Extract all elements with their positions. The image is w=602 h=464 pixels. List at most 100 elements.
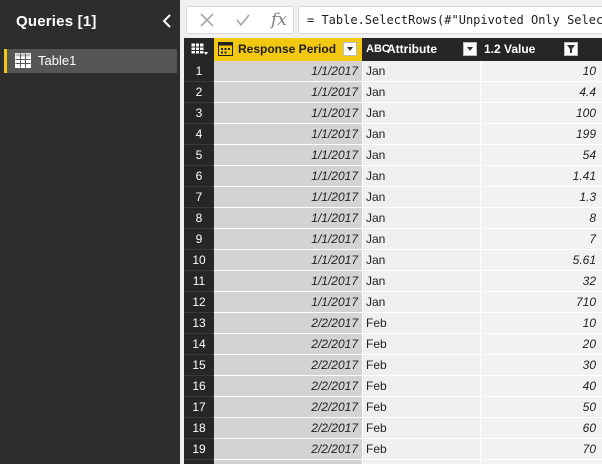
cell-attribute[interactable]: Jan bbox=[363, 145, 480, 166]
row-number[interactable]: 20 bbox=[184, 460, 214, 464]
row-number[interactable]: 19 bbox=[184, 439, 214, 460]
cell-response-period[interactable]: 1/1/2017 bbox=[214, 145, 362, 166]
column-header-value[interactable]: 1.2 Value bbox=[481, 38, 602, 61]
table-row[interactable]: 7 1/1/2017 Jan 1.3 bbox=[184, 187, 602, 208]
cell-response-period[interactable]: 1/1/2017 bbox=[214, 166, 362, 187]
table-menu-button[interactable] bbox=[184, 38, 214, 61]
cell-response-period[interactable]: 2/2/2017 bbox=[214, 334, 362, 355]
cell-value[interactable]: 40 bbox=[481, 376, 602, 397]
cell-value[interactable]: 32 bbox=[481, 271, 602, 292]
row-number[interactable]: 5 bbox=[184, 145, 214, 166]
cell-attribute[interactable]: Jan bbox=[363, 166, 480, 187]
cell-attribute[interactable]: Feb bbox=[363, 397, 480, 418]
cell-value[interactable]: 8 bbox=[481, 208, 602, 229]
cell-response-period[interactable]: 2/2/2017 bbox=[214, 418, 362, 439]
table-row[interactable]: 8 1/1/2017 Jan 8 bbox=[184, 208, 602, 229]
cell-response-period[interactable]: 2/2/2017 bbox=[214, 439, 362, 460]
cell-value[interactable] bbox=[481, 460, 602, 464]
cell-value[interactable]: 10 bbox=[481, 313, 602, 334]
cell-attribute[interactable]: Feb bbox=[363, 313, 480, 334]
row-number[interactable]: 17 bbox=[184, 397, 214, 418]
table-row[interactable]: 13 2/2/2017 Feb 10 bbox=[184, 313, 602, 334]
table-row[interactable]: 202/2/2017Feb bbox=[184, 460, 602, 464]
table-row[interactable]: 14 2/2/2017 Feb 20 bbox=[184, 334, 602, 355]
row-number[interactable]: 12 bbox=[184, 292, 214, 313]
row-number[interactable]: 7 bbox=[184, 187, 214, 208]
cell-response-period[interactable]: 1/1/2017 bbox=[214, 250, 362, 271]
cell-value[interactable]: 70 bbox=[481, 439, 602, 460]
cell-attribute[interactable]: Feb bbox=[363, 355, 480, 376]
calendar-type-icon[interactable] bbox=[218, 42, 233, 61]
cell-response-period[interactable]: 1/1/2017 bbox=[214, 187, 362, 208]
cell-response-period[interactable]: 1/1/2017 bbox=[214, 82, 362, 103]
table-row[interactable]: 1 1/1/2017 Jan 10 bbox=[184, 61, 602, 82]
cell-value[interactable]: 1.3 bbox=[481, 187, 602, 208]
cell-attribute[interactable]: Jan bbox=[363, 292, 480, 313]
close-icon[interactable] bbox=[199, 12, 215, 33]
cell-attribute[interactable]: Jan bbox=[363, 103, 480, 124]
row-number[interactable]: 16 bbox=[184, 376, 214, 397]
row-number[interactable]: 11 bbox=[184, 271, 214, 292]
row-number[interactable]: 14 bbox=[184, 334, 214, 355]
cell-response-period[interactable]: 2/2/2017 bbox=[214, 313, 362, 334]
row-number[interactable]: 15 bbox=[184, 355, 214, 376]
table-row[interactable]: 18 2/2/2017 Feb 60 bbox=[184, 418, 602, 439]
row-number[interactable]: 18 bbox=[184, 418, 214, 439]
table-row[interactable]: 16 2/2/2017 Feb 40 bbox=[184, 376, 602, 397]
cell-response-period[interactable]: 2/2/2017 bbox=[214, 460, 362, 464]
table-row[interactable]: 2 1/1/2017 Jan 4.4 bbox=[184, 82, 602, 103]
cell-attribute[interactable]: Jan bbox=[363, 61, 480, 82]
row-number[interactable]: 9 bbox=[184, 229, 214, 250]
cell-value[interactable]: 50 bbox=[481, 397, 602, 418]
cell-response-period[interactable]: 1/1/2017 bbox=[214, 208, 362, 229]
cell-value[interactable]: 60 bbox=[481, 418, 602, 439]
cell-value[interactable]: 710 bbox=[481, 292, 602, 313]
formula-input[interactable]: = Table.SelectRows(#"Unpivoted Only Sele… bbox=[298, 6, 602, 34]
table-row[interactable]: 9 1/1/2017 Jan 7 bbox=[184, 229, 602, 250]
table-row[interactable]: 17 2/2/2017 Feb 50 bbox=[184, 397, 602, 418]
cell-response-period[interactable]: 1/1/2017 bbox=[214, 271, 362, 292]
table-row[interactable]: 15 2/2/2017 Feb 30 bbox=[184, 355, 602, 376]
table-row[interactable]: 19 2/2/2017 Feb 70 bbox=[184, 439, 602, 460]
cell-value[interactable]: 20 bbox=[481, 334, 602, 355]
row-number[interactable]: 4 bbox=[184, 124, 214, 145]
cell-attribute[interactable]: Jan bbox=[363, 124, 480, 145]
cell-attribute[interactable]: Jan bbox=[363, 229, 480, 250]
cell-attribute[interactable]: Jan bbox=[363, 271, 480, 292]
table-row[interactable]: 11 1/1/2017 Jan 32 bbox=[184, 271, 602, 292]
table-row[interactable]: 10 1/1/2017 Jan 5.61 bbox=[184, 250, 602, 271]
cell-attribute[interactable]: Feb bbox=[363, 460, 480, 464]
cell-value[interactable]: 54 bbox=[481, 145, 602, 166]
table-row[interactable]: 3 1/1/2017 Jan 100 bbox=[184, 103, 602, 124]
table-row[interactable]: 4 1/1/2017 Jan 199 bbox=[184, 124, 602, 145]
fx-button[interactable]: fx bbox=[271, 10, 287, 30]
row-number[interactable]: 13 bbox=[184, 313, 214, 334]
cell-attribute[interactable]: Jan bbox=[363, 187, 480, 208]
cell-response-period[interactable]: 1/1/2017 bbox=[214, 103, 362, 124]
cell-attribute[interactable]: Jan bbox=[363, 82, 480, 103]
row-number[interactable]: 10 bbox=[184, 250, 214, 271]
query-item-table1[interactable]: Table1 bbox=[4, 49, 177, 73]
cell-response-period[interactable]: 1/1/2017 bbox=[214, 61, 362, 82]
cell-value[interactable]: 10 bbox=[481, 61, 602, 82]
filter-applied-icon[interactable] bbox=[564, 42, 578, 56]
table-row[interactable]: 12 1/1/2017 Jan 710 bbox=[184, 292, 602, 313]
table-row[interactable]: 5 1/1/2017 Jan 54 bbox=[184, 145, 602, 166]
cell-attribute[interactable]: Feb bbox=[363, 418, 480, 439]
row-number[interactable]: 2 bbox=[184, 82, 214, 103]
cell-attribute[interactable]: Feb bbox=[363, 376, 480, 397]
cell-response-period[interactable]: 2/2/2017 bbox=[214, 397, 362, 418]
chevron-left-icon[interactable] bbox=[160, 12, 174, 30]
column-filter-button[interactable] bbox=[343, 42, 357, 56]
cell-value[interactable]: 100 bbox=[481, 103, 602, 124]
column-filter-button[interactable] bbox=[463, 42, 477, 56]
cell-attribute[interactable]: Feb bbox=[363, 334, 480, 355]
cell-attribute[interactable]: Feb bbox=[363, 439, 480, 460]
cell-value[interactable]: 5.61 bbox=[481, 250, 602, 271]
cell-response-period[interactable]: 1/1/2017 bbox=[214, 292, 362, 313]
cell-value[interactable]: 1.41 bbox=[481, 166, 602, 187]
cell-response-period[interactable]: 2/2/2017 bbox=[214, 355, 362, 376]
cell-response-period[interactable]: 1/1/2017 bbox=[214, 124, 362, 145]
row-number[interactable]: 3 bbox=[184, 103, 214, 124]
table-row[interactable]: 6 1/1/2017 Jan 1.41 bbox=[184, 166, 602, 187]
